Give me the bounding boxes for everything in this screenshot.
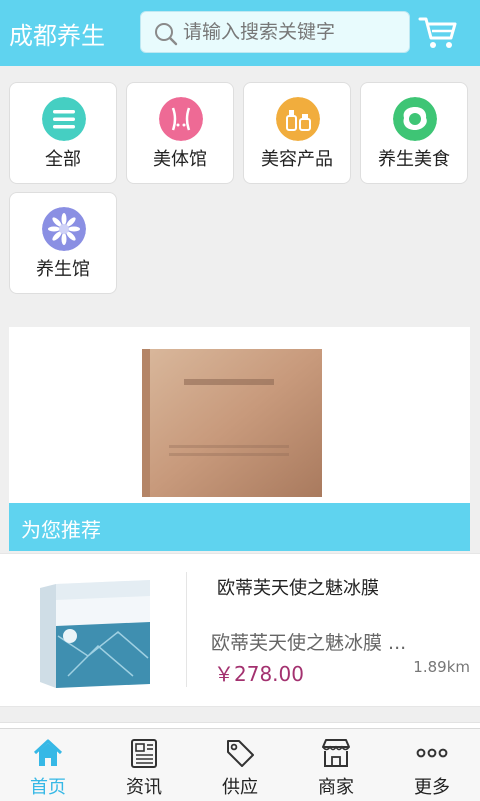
food-icon (393, 97, 437, 141)
list-item[interactable]: 欧蒂芙天使之魅冰膜 欧蒂芙天使之魅冰膜 ... ￥278.00 1.89km (0, 553, 480, 707)
product-price: ￥278.00 (214, 662, 304, 686)
category-label: 养生馆 (36, 259, 90, 280)
tab-label: 首页 (30, 777, 66, 798)
cart-icon[interactable] (418, 14, 458, 50)
product-distance: 1.89km (413, 658, 470, 676)
tab-label: 商家 (318, 777, 354, 798)
tab-home[interactable]: 首页 (0, 729, 96, 801)
category-food[interactable]: 养生美食 (360, 82, 468, 184)
category-cosmetics[interactable]: 美容产品 (243, 82, 351, 184)
product-box-image (9, 327, 470, 503)
bottom-tab-bar: 首页 资讯 供应 商家 更多 (0, 728, 480, 801)
home-icon (33, 739, 63, 766)
recommend-title: 为您推荐 (21, 518, 101, 542)
list-icon (42, 97, 86, 141)
cosmetics-icon (276, 97, 320, 141)
search-box[interactable] (140, 11, 410, 53)
tab-label: 更多 (414, 777, 450, 798)
category-wellness[interactable]: 养生馆 (9, 192, 117, 294)
tab-supply[interactable]: 供应 (192, 729, 288, 801)
tag-icon (227, 740, 254, 767)
tab-more[interactable]: 更多 (384, 729, 480, 801)
divider (186, 572, 187, 687)
category-label: 全部 (45, 149, 81, 170)
news-icon (131, 739, 157, 768)
tab-merchants[interactable]: 商家 (288, 729, 384, 801)
body-icon (159, 97, 203, 141)
tab-label: 供应 (222, 777, 258, 798)
category-label: 美体馆 (153, 149, 207, 170)
shop-icon (322, 739, 350, 767)
app-title: 成都养生 (9, 22, 105, 50)
product-description: 欧蒂芙天使之魅冰膜 ... (211, 632, 407, 654)
search-icon (155, 23, 178, 46)
tab-label: 资讯 (126, 777, 162, 798)
top-bar: 成都养生 (0, 0, 480, 66)
recommend-header: 为您推荐 (9, 503, 470, 551)
more-icon (416, 748, 448, 758)
tab-news[interactable]: 资讯 (96, 729, 192, 801)
product-thumbnail (40, 580, 150, 688)
search-input[interactable] (183, 18, 403, 46)
category-all[interactable]: 全部 (9, 82, 117, 184)
flower-icon (42, 207, 86, 251)
category-label: 养生美食 (378, 149, 450, 170)
category-label: 美容产品 (261, 149, 333, 170)
category-body[interactable]: 美体馆 (126, 82, 234, 184)
product-name: 欧蒂芙天使之魅冰膜 (217, 578, 379, 599)
promo-banner[interactable] (9, 327, 470, 503)
